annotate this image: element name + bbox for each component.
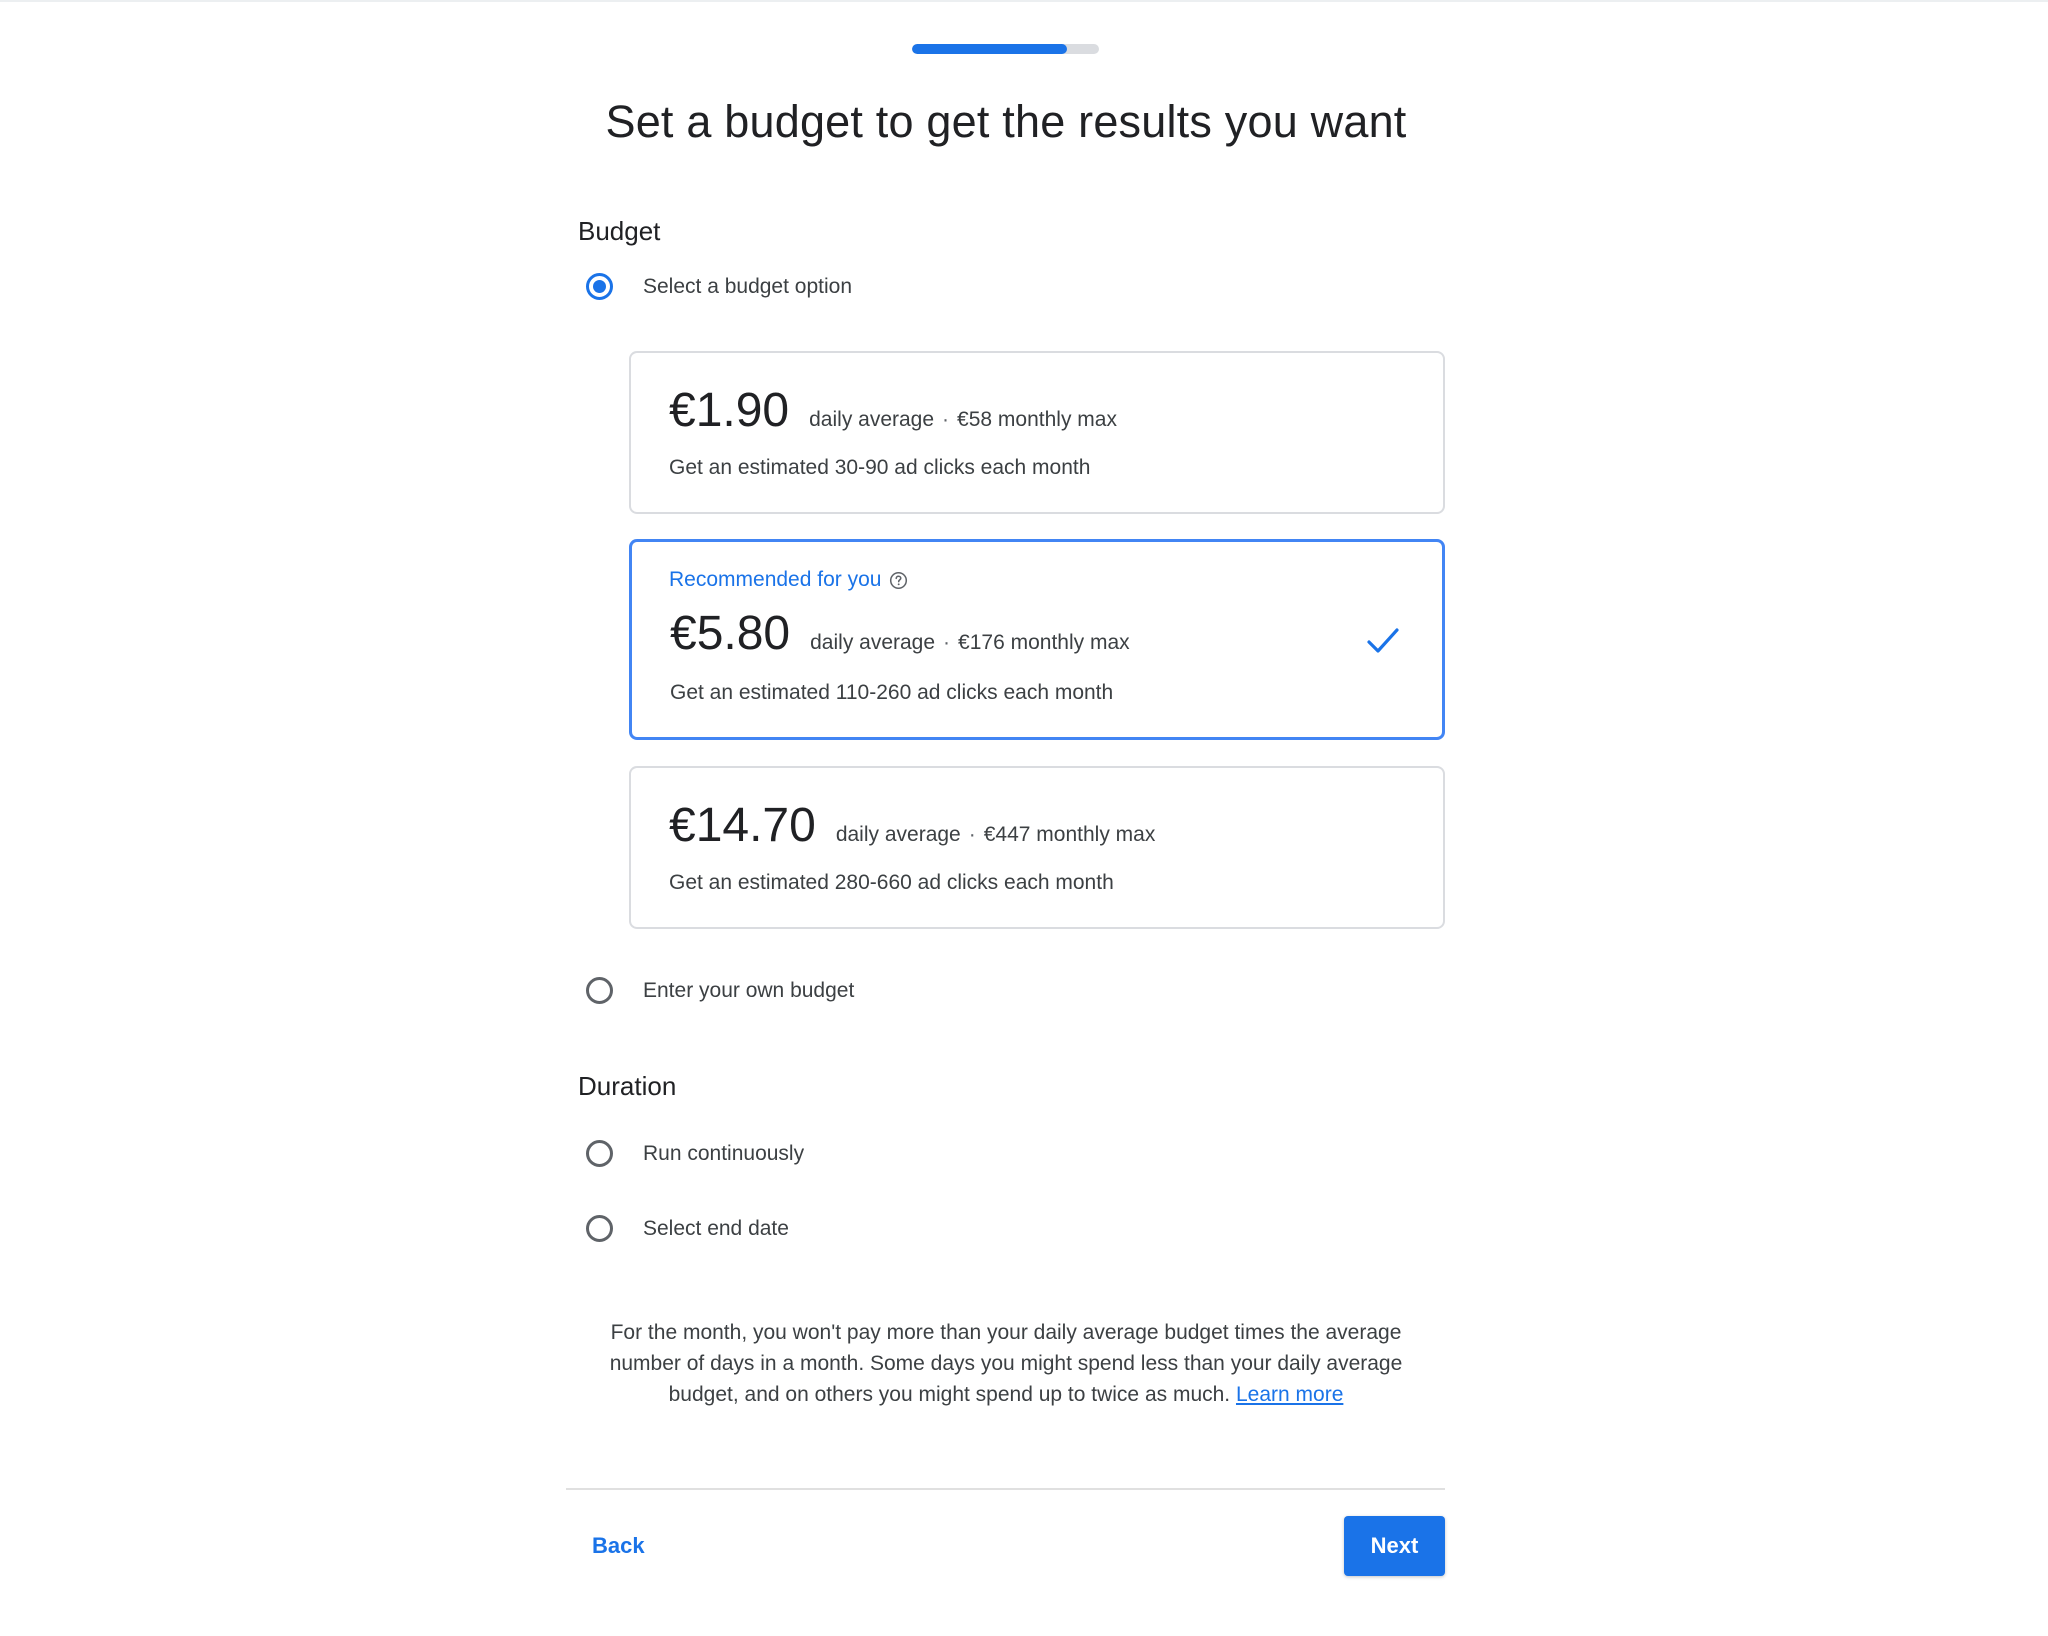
budget-option-card-recommended[interactable]: Recommended for you €5.80 daily average … bbox=[629, 539, 1445, 740]
budget-option-estimate: Get an estimated 110-260 ad clicks each … bbox=[670, 681, 1114, 704]
separator-dot: · bbox=[968, 823, 976, 846]
budget-option-price-row: €1.90 daily average · €58 monthly max bbox=[669, 383, 1117, 438]
budget-option-price: €1.90 bbox=[669, 384, 790, 437]
enter-own-budget-radio[interactable] bbox=[586, 977, 613, 1004]
budget-option-price: €5.80 bbox=[670, 607, 791, 660]
budget-heading: Budget bbox=[578, 216, 661, 246]
progress-bar-fill bbox=[912, 44, 1068, 54]
select-budget-option-label: Select a budget option bbox=[643, 274, 852, 298]
budget-option-estimate: Get an estimated 280-660 ad clicks each … bbox=[669, 871, 1114, 894]
footer-divider bbox=[566, 1488, 1445, 1490]
recommended-label: Recommended for you bbox=[669, 568, 908, 592]
budget-option-monthly-max: €58 monthly max bbox=[957, 408, 1117, 431]
run-continuously-radio[interactable] bbox=[586, 1140, 613, 1167]
run-continuously-radio-row[interactable]: Run continuously bbox=[586, 1140, 804, 1167]
help-circle-icon[interactable] bbox=[889, 571, 908, 590]
budget-option-daily-label: daily average bbox=[809, 408, 935, 431]
budget-option-price: €14.70 bbox=[669, 799, 816, 852]
next-button[interactable]: Next bbox=[1344, 1516, 1445, 1576]
enter-own-budget-label: Enter your own budget bbox=[643, 978, 855, 1002]
run-continuously-label: Run continuously bbox=[643, 1141, 805, 1165]
select-end-date-radio-row[interactable]: Select end date bbox=[586, 1215, 789, 1242]
budget-page: Set a budget to get the results you want… bbox=[0, 0, 2048, 1636]
recommended-label-text: Recommended for you bbox=[669, 568, 882, 591]
budget-option-estimate: Get an estimated 30-90 ad clicks each mo… bbox=[669, 456, 1091, 479]
budget-option-daily-label: daily average bbox=[835, 823, 961, 846]
budget-option-price-row: €14.70 daily average · €447 monthly max bbox=[669, 798, 1155, 853]
budget-option-price-row: €5.80 daily average · €176 monthly max bbox=[670, 606, 1130, 661]
select-end-date-label: Select end date bbox=[643, 1216, 789, 1240]
learn-more-link[interactable]: Learn more bbox=[1236, 1383, 1343, 1406]
progress-bar bbox=[912, 44, 1099, 54]
budget-option-monthly-max: €176 monthly max bbox=[958, 631, 1130, 654]
select-budget-option-radio-row[interactable]: Select a budget option bbox=[586, 273, 852, 300]
back-button[interactable]: Back bbox=[578, 1516, 659, 1576]
select-end-date-radio[interactable] bbox=[586, 1215, 613, 1242]
budget-option-card-high[interactable]: €14.70 daily average · €447 monthly max … bbox=[629, 766, 1445, 929]
budget-option-monthly-max: €447 monthly max bbox=[983, 823, 1156, 846]
separator-dot: · bbox=[943, 631, 951, 654]
enter-own-budget-radio-row[interactable]: Enter your own budget bbox=[586, 977, 854, 1004]
budget-explanation-note: For the month, you won't pay more than y… bbox=[578, 1317, 1434, 1410]
budget-option-card-low[interactable]: €1.90 daily average · €58 monthly max Ge… bbox=[629, 351, 1445, 514]
duration-heading: Duration bbox=[578, 1071, 677, 1101]
page-title: Set a budget to get the results you want bbox=[605, 96, 1407, 147]
separator-dot: · bbox=[942, 408, 950, 431]
budget-option-daily-label: daily average bbox=[810, 631, 936, 654]
check-icon bbox=[1367, 628, 1399, 653]
select-budget-option-radio[interactable] bbox=[586, 273, 613, 300]
